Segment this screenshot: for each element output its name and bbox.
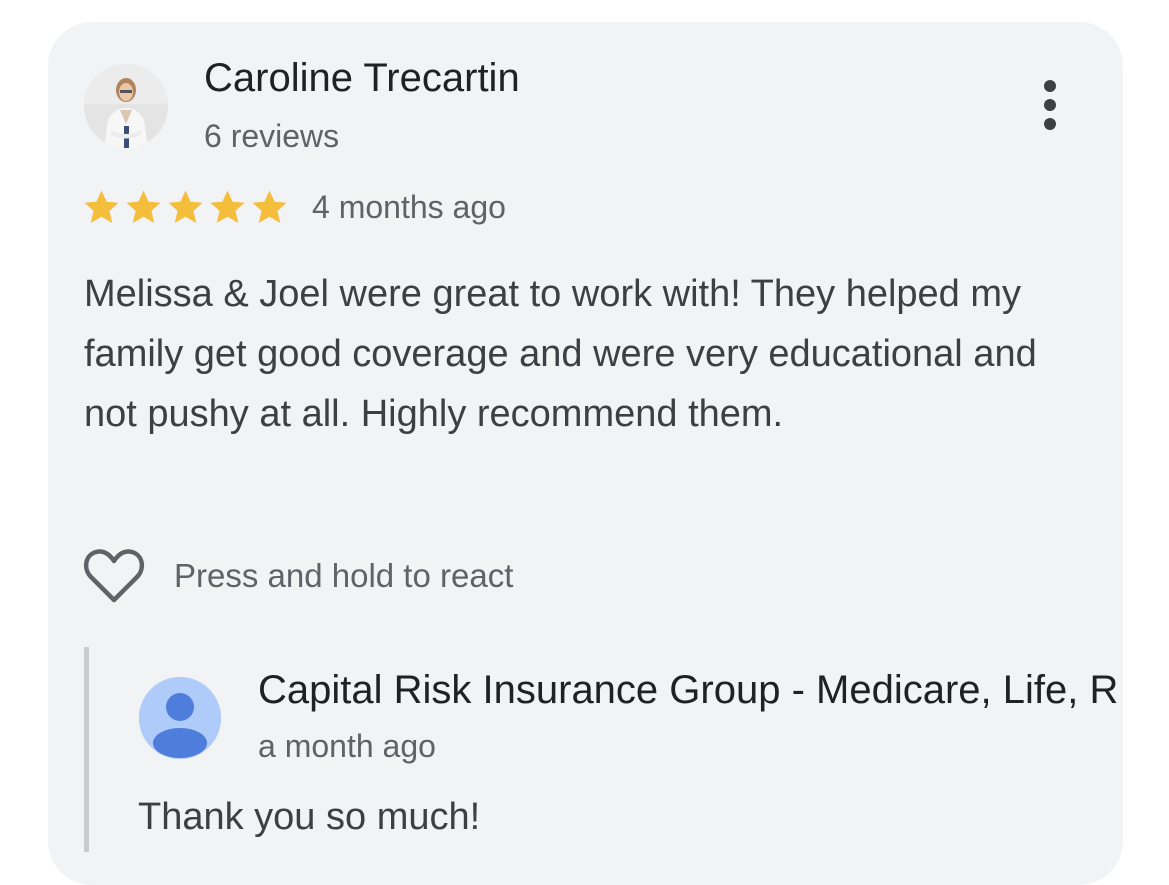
react-label: Press and hold to react — [174, 557, 514, 594]
star-icon — [168, 190, 203, 223]
reviewer-photo — [84, 64, 168, 148]
reply-text: Thank you so much! — [138, 796, 481, 838]
more-vert-icon — [1044, 80, 1056, 130]
star-icon — [84, 190, 119, 223]
star-icon — [210, 190, 245, 223]
owner-avatar — [139, 677, 221, 759]
reviewer-name[interactable]: Caroline Trecartin — [204, 56, 520, 101]
reply-divider — [84, 647, 89, 852]
star-icon — [126, 190, 161, 223]
default-person-icon — [139, 677, 221, 759]
review-text: Melissa & Joel were great to work with! … — [84, 273, 1037, 435]
heart-outline-icon — [83, 549, 145, 603]
owner-name: Capital Risk Insurance Group - Medicare,… — [258, 668, 1119, 712]
star-icon — [252, 190, 287, 223]
review-card: Caroline Trecartin 6 reviews 4 months ag… — [48, 22, 1123, 885]
reply-date: a month ago — [258, 728, 436, 764]
react-button[interactable]: Press and hold to react — [82, 546, 513, 606]
reviewer-avatar[interactable] — [84, 64, 168, 148]
reviewer-review-count[interactable]: 6 reviews — [204, 118, 339, 155]
review-date: 4 months ago — [312, 189, 506, 225]
star-rating — [82, 188, 289, 228]
more-options-button[interactable] — [1028, 74, 1072, 138]
